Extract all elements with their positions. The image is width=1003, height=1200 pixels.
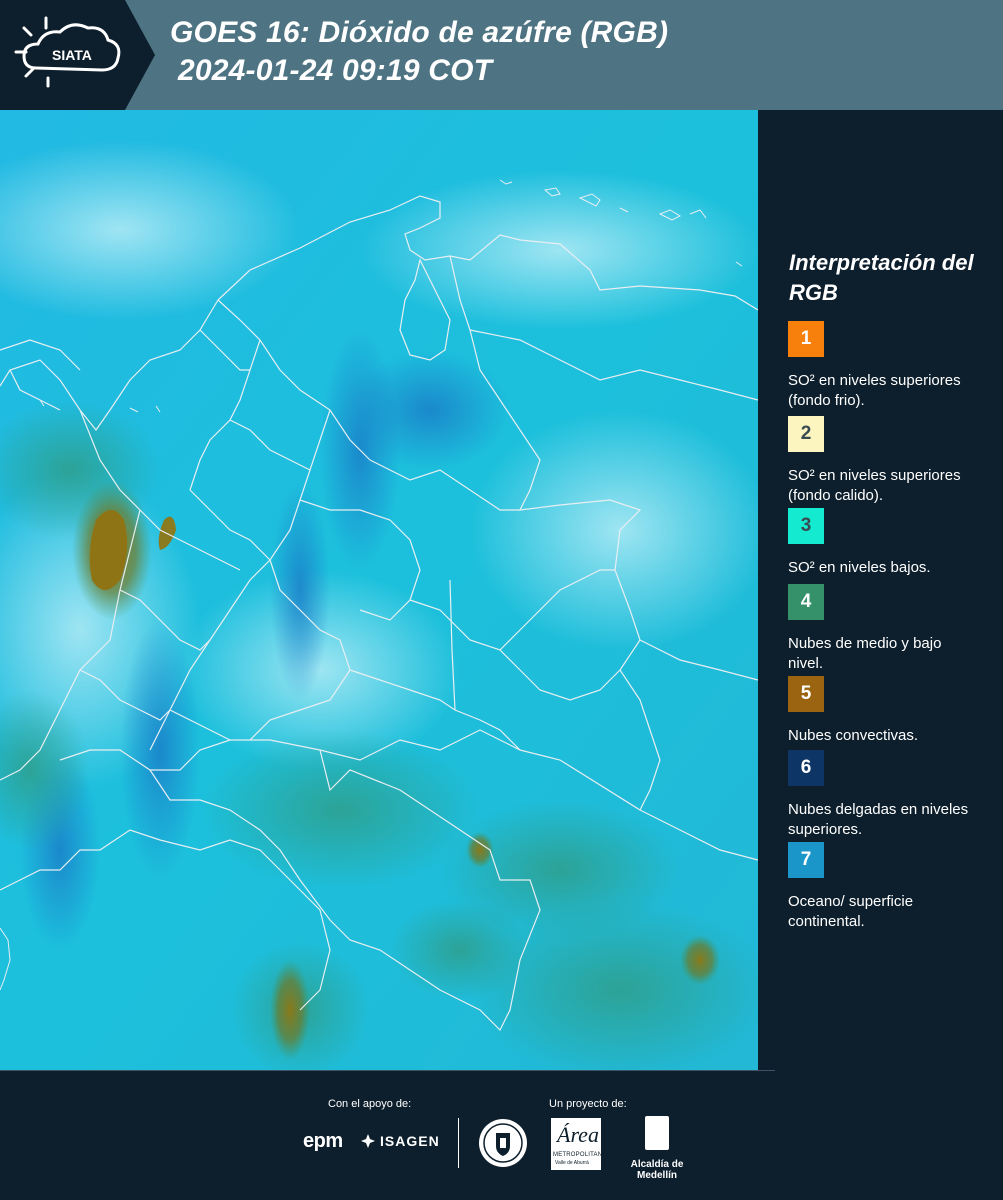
- legend-text-2: SO² en niveles superiores (fondo calido)…: [788, 467, 961, 504]
- legend-panel: Interpretación del RGB 1 SO² en niveles …: [758, 110, 1003, 1070]
- legend-item-7: 7 Oceano/ superficie continental.: [788, 842, 988, 932]
- footer-divider-line: [0, 1070, 775, 1071]
- medellin-seal-logo: [478, 1118, 528, 1173]
- legend-item-3: 3 SO² en niveles bajos.: [788, 508, 988, 578]
- area-logo-tagline: Valle de Aburrá: [555, 1160, 589, 1166]
- legend-text-3: SO² en niveles bajos.: [788, 559, 931, 576]
- area-logo-text: Área: [557, 1122, 599, 1147]
- legend-item-1: 1 SO² en niveles superiores (fondo frio)…: [788, 321, 988, 411]
- legend-item-6: 6 Nubes delgadas en niveles superiores.: [788, 750, 988, 840]
- legend-text-6: Nubes delgadas en niveles superiores.: [788, 801, 969, 838]
- title-line-2: 2024-01-24 09:19 COT: [178, 54, 493, 87]
- siata-logo: SIATA: [0, 0, 155, 110]
- support-label: Con el apoyo de:: [328, 1098, 412, 1110]
- legend-item-4: 4 Nubes de medio y bajo nivel.: [788, 584, 988, 674]
- area-metropolitana-logo: Área METROPOLITANA Valle de Aburrá: [551, 1118, 606, 1170]
- legend-swatch-4: 4: [788, 584, 824, 620]
- legend-title: Interpretación del RGB: [789, 250, 974, 305]
- isagen-text: ISAGEN: [380, 1133, 440, 1149]
- alcaldia-crest-icon: [645, 1116, 669, 1150]
- alcaldia-logo: Alcaldía de Medellín: [612, 1116, 702, 1181]
- title-line-1: GOES 16: Dióxido de azúfre (RGB): [170, 16, 669, 49]
- satellite-map: [0, 110, 758, 1070]
- legend-text-5: Nubes convectivas.: [788, 727, 919, 744]
- alcaldia-text: Alcaldía de Medellín: [630, 1159, 684, 1181]
- legend-item-2: 2 SO² en niveles superiores (fondo calid…: [788, 416, 988, 510]
- legend-swatch-5: 5: [788, 676, 824, 712]
- legend-swatch-6: 6: [788, 750, 824, 786]
- epm-logo: epm: [303, 1130, 343, 1152]
- legend-item-5: 5 Nubes convectivas.: [788, 676, 988, 746]
- logo-text: SIATA: [52, 47, 92, 63]
- page-title: GOES 16: Dióxido de azúfre (RGB) 2024-01…: [170, 14, 668, 90]
- project-label: Un proyecto de:: [549, 1098, 627, 1110]
- isagen-icon: [361, 1134, 375, 1148]
- header-bar: SIATA GOES 16: Dióxido de azúfre (RGB) 2…: [0, 0, 1003, 110]
- legend-swatch-1: 1: [788, 321, 824, 357]
- footer: Con el apoyo de: Un proyecto de: epm ISA…: [0, 1070, 1003, 1200]
- legend-text-1: SO² en niveles superiores (fondo frio).: [788, 372, 961, 409]
- area-logo-subtitle: METROPOLITANA: [553, 1152, 607, 1158]
- legend-text-7: Oceano/ superficie continental.: [788, 893, 914, 930]
- legend-swatch-3: 3: [788, 508, 824, 544]
- legend-swatch-2: 2: [788, 416, 824, 452]
- footer-vertical-divider: [458, 1118, 459, 1168]
- legend-text-4: Nubes de medio y bajo nivel.: [788, 635, 942, 672]
- isagen-logo: ISAGEN: [360, 1133, 440, 1149]
- legend-swatch-7: 7: [788, 842, 824, 878]
